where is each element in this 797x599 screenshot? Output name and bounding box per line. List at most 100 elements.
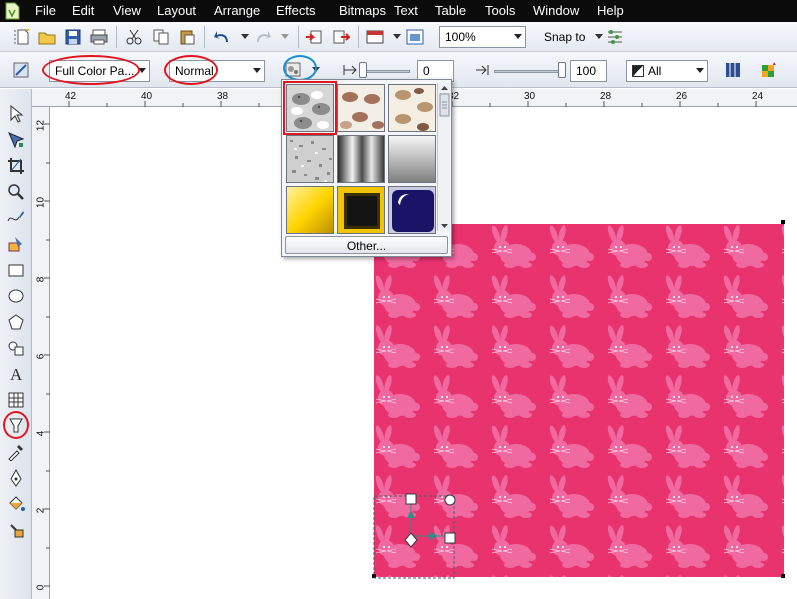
chevron-down-icon: [696, 68, 704, 73]
ruler-label: 10: [35, 196, 47, 209]
edit-transparency-icon[interactable]: [10, 59, 32, 81]
freeze-transparency-icon[interactable]: [722, 59, 744, 81]
menu-table[interactable]: Table: [435, 3, 466, 18]
ruler-label: 40: [141, 91, 153, 102]
menu-window[interactable]: Window: [533, 3, 579, 18]
transparency-end-field[interactable]: 100: [570, 60, 607, 82]
polygon-tool-icon[interactable]: [5, 311, 27, 333]
swatch-preview: [389, 136, 435, 182]
table-tool-icon[interactable]: [5, 389, 27, 411]
pattern-swatch-gold-square[interactable]: [286, 186, 334, 234]
pattern-swatch-navy-glossy[interactable]: [388, 186, 436, 234]
transparency-target-combo[interactable]: All: [626, 60, 708, 82]
application-launcher-icon[interactable]: [364, 26, 386, 48]
chevron-down-icon: [253, 68, 261, 73]
fill-tool-icon[interactable]: [5, 493, 27, 515]
ruler-label: 4: [35, 430, 47, 437]
ruler-label: 12: [35, 119, 47, 132]
new-document-icon[interactable]: [12, 26, 34, 48]
shape-tool-icon[interactable]: [5, 129, 27, 151]
toolbar-separator: [204, 26, 205, 48]
menu-bitmaps[interactable]: Bitmaps: [339, 3, 386, 18]
transparency-slider-track[interactable]: [362, 70, 410, 73]
eyedropper-tool-icon[interactable]: [5, 441, 27, 463]
ruler-label: 42: [65, 91, 77, 102]
vertical-ruler[interactable]: 12 10 8 6 4 2 0: [32, 107, 50, 599]
pattern-picker-popup: Other...: [281, 79, 452, 257]
options-icon[interactable]: [604, 26, 626, 48]
basic-shapes-tool-icon[interactable]: [5, 337, 27, 359]
transparency-end-slider-track[interactable]: [494, 70, 564, 73]
outline-pen-tool-icon[interactable]: [5, 467, 27, 489]
transparency-end-slider-thumb[interactable]: [558, 62, 566, 78]
pattern-swatch-gold-black-frame[interactable]: [337, 186, 385, 234]
zoom-level-value: 100%: [445, 30, 476, 44]
pattern-swatch-bunnies-brown-2[interactable]: [388, 84, 436, 132]
menu-layout[interactable]: Layout: [157, 3, 196, 18]
zoom-level-combo[interactable]: 100%: [439, 26, 526, 48]
interactive-fill-tool-icon[interactable]: [5, 519, 27, 541]
menu-help[interactable]: Help: [597, 3, 624, 18]
rectangle-tool-icon[interactable]: [5, 259, 27, 281]
welcome-screen-icon[interactable]: [404, 26, 426, 48]
ellipse-tool-icon[interactable]: [5, 285, 27, 307]
export-icon[interactable]: [330, 26, 352, 48]
menu-effects[interactable]: Effects: [276, 3, 316, 18]
print-icon[interactable]: [88, 26, 110, 48]
highlight-annotation: [164, 55, 218, 85]
ruler-label: 30: [524, 91, 536, 102]
text-tool-icon[interactable]: A: [5, 363, 27, 385]
menu-tools[interactable]: Tools: [485, 3, 515, 18]
popup-scrollbar[interactable]: [437, 83, 450, 231]
chevron-down-icon: [514, 34, 522, 39]
copy-icon[interactable]: [150, 26, 172, 48]
swatch-preview: [287, 85, 333, 131]
toolbox: A: [0, 89, 32, 599]
swatch-preview: [389, 187, 435, 233]
ruler-label: 2: [35, 507, 47, 514]
highlight-annotation: [42, 55, 140, 85]
menu-arrange[interactable]: Arrange: [214, 3, 260, 18]
app-icon: [5, 2, 20, 20]
pattern-swatch-silver-gradient[interactable]: [388, 135, 436, 183]
standard-toolbar: 100% Snap to: [0, 22, 797, 52]
highlight-annotation: [3, 411, 29, 439]
open-folder-icon[interactable]: [36, 26, 58, 48]
copy-transparency-icon[interactable]: [758, 59, 780, 81]
menu-view[interactable]: View: [113, 3, 141, 18]
pattern-swatch-bunnies-brown-1[interactable]: [337, 84, 385, 132]
target-icon: [632, 65, 644, 77]
crop-tool-icon[interactable]: [5, 155, 27, 177]
ruler-label: 6: [35, 353, 47, 360]
smart-fill-tool-icon[interactable]: [5, 233, 27, 255]
paste-icon[interactable]: [176, 26, 198, 48]
zoom-tool-icon[interactable]: [5, 181, 27, 203]
pattern-tile-handles[interactable]: [372, 490, 462, 582]
save-icon[interactable]: [62, 26, 84, 48]
pattern-swatch-noise-gray[interactable]: [286, 135, 334, 183]
toolbar-separator: [358, 26, 359, 48]
toolbar-separator: [116, 26, 117, 48]
menu-file[interactable]: File: [35, 3, 56, 18]
scrollbar-graphics: [439, 86, 450, 228]
toolbar-separator: [298, 26, 299, 48]
swatch-preview: [389, 85, 435, 131]
import-icon[interactable]: [303, 26, 325, 48]
cut-icon[interactable]: [123, 26, 145, 48]
ruler-label: 26: [676, 91, 688, 102]
snap-to-button[interactable]: Snap to: [544, 30, 585, 44]
other-pattern-button[interactable]: Other...: [285, 236, 448, 254]
freehand-tool-icon[interactable]: [5, 207, 27, 229]
redo-icon[interactable]: [252, 26, 274, 48]
pick-tool-icon[interactable]: [5, 103, 27, 125]
pattern-swatch-bunnies-gray[interactable]: [283, 81, 337, 135]
menu-text[interactable]: Text: [394, 3, 418, 18]
transparency-slider-thumb[interactable]: [359, 62, 367, 78]
svg-text:A: A: [10, 365, 23, 383]
transparency-value: 0: [423, 64, 430, 78]
menu-edit[interactable]: Edit: [72, 3, 94, 18]
redo-dropdown-icon[interactable]: [274, 26, 296, 48]
pattern-swatch-metal-cylinder[interactable]: [337, 135, 385, 183]
undo-icon[interactable]: [211, 26, 233, 48]
ruler-label: 38: [217, 91, 229, 102]
